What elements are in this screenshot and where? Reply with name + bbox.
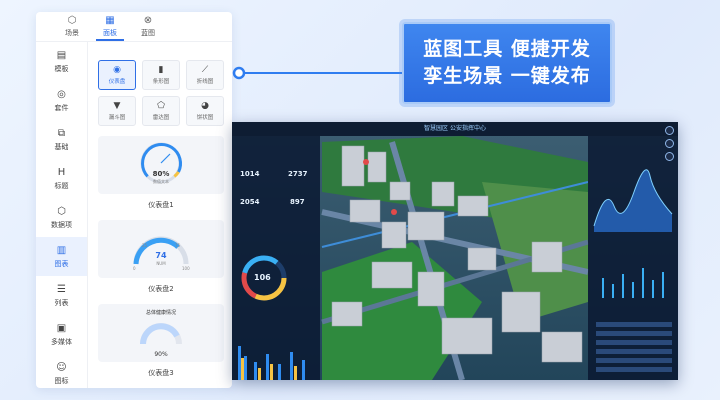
gauge-card-2[interactable]: 74 NUM 0 25 75 100 [98, 220, 224, 278]
type-pie-button[interactable]: ◕ 饼状图 [186, 96, 224, 126]
type-label: 折线图 [196, 79, 214, 85]
component-list: ◉ 仪表盘 ▮ 条形图 ⟋ 折线图 ▼ 漏斗图 ⬠ 雷达图 ◕ 饼状图 80% 数值文本 仪… [88, 42, 232, 388]
headline-banner: 蓝图工具 便捷开发 孪生场景 一键发布 [402, 22, 612, 104]
type-funnel-button[interactable]: ▼ 漏斗图 [98, 96, 136, 126]
media-icon: ▣ [56, 322, 67, 334]
type-label: 漏斗图 [108, 115, 126, 121]
list-icon: ☰ [57, 283, 66, 295]
gauge-1-subtext: 数值文本 [153, 178, 169, 184]
tab-label: 蓝图 [141, 29, 155, 37]
line-chart-icon: ⟋ [201, 65, 209, 75]
gauge-2-subtext: NUM [156, 261, 166, 266]
chart-icon: ▥ [56, 244, 67, 256]
blueprint-icon: ⊗ [143, 15, 153, 26]
layers-icon[interactable] [665, 139, 674, 148]
gauge-2-preview: 74 NUM 0 25 75 100 [133, 236, 190, 271]
gauge-3-arc [140, 323, 180, 345]
type-gauge-button[interactable]: ◉ 仪表盘 [98, 60, 136, 90]
tab-label: 场景 [65, 29, 79, 37]
radar-icon: ⬠ [157, 101, 165, 111]
tab-scene[interactable]: ⬡ 场景 [58, 12, 86, 41]
sidebar-item-title[interactable]: H 标题 [36, 159, 87, 198]
type-label: 雷达图 [152, 115, 170, 121]
gauge-1-preview: 80% 数值文本 [140, 142, 182, 184]
gauge-caption-3: 仪表盘3 [148, 369, 174, 377]
dashboard-stat: 2737 [288, 170, 308, 178]
sidebar-item-template[interactable]: ▤ 模板 [36, 42, 87, 81]
kit-icon: ◎ [57, 88, 66, 100]
settings-icon[interactable] [665, 152, 674, 161]
emoji-icon: ☺ [56, 361, 67, 373]
type-label: 饼状图 [196, 115, 214, 121]
sidebar-item-chart[interactable]: ▥ 图表 [36, 237, 87, 276]
gauge-caption-1: 仪表盘1 [148, 201, 174, 209]
sidebar-item-label: 标题 [54, 181, 69, 190]
dashboard-preview: 智慧园区 公安指挥中心 1014 2737 2054 897 106 [232, 122, 678, 380]
tab-panel[interactable]: ▦ 面板 [96, 12, 124, 41]
gauge-card-3[interactable]: 总体健康情况 90% [98, 304, 224, 362]
funnel-icon: ▼ [113, 101, 121, 111]
dashboard-title: 智慧园区 公安指挥中心 [232, 122, 678, 136]
sidebar-item-label: 多媒体 [51, 337, 72, 346]
sidebar-item-kit[interactable]: ◎ 套件 [36, 81, 87, 120]
gauge-3-preview: 总体健康情况 90% [140, 309, 182, 358]
alert-marker [363, 159, 369, 165]
type-label: 条形图 [152, 79, 170, 85]
alert-marker [391, 209, 397, 215]
gauge-2-tick: 0 [133, 266, 136, 271]
top-tab-bar: ⬡ 场景 ▦ 面板 ⊗ 蓝图 [36, 12, 232, 42]
globe-icon[interactable] [665, 126, 674, 135]
dashboard-right-widgets [593, 169, 673, 372]
gauge-card-1[interactable]: 80% 数值文本 [98, 136, 224, 194]
dashboard-left-panel: 1014 2737 2054 897 106 [232, 136, 320, 380]
dashboard-right-panel [588, 136, 678, 380]
pie-chart-icon: ◕ [201, 101, 209, 111]
sidebar-item-label: 基础 [54, 142, 69, 151]
dashboard-left-widgets [238, 255, 305, 380]
gauge-2-tick: 25 [142, 243, 148, 248]
gauge-caption-2: 仪表盘2 [148, 285, 174, 293]
cube-icon: ⬡ [67, 15, 77, 26]
tab-blueprint[interactable]: ⊗ 蓝图 [134, 12, 162, 41]
gauge-icon: ◉ [113, 65, 121, 75]
sidebar-item-label: 图标 [54, 376, 69, 385]
chart-type-grid: ◉ 仪表盘 ▮ 条形图 ⟋ 折线图 ▼ 漏斗图 ⬠ 雷达图 ◕ 饼状图 [98, 60, 224, 126]
type-bar-button[interactable]: ▮ 条形图 [142, 60, 180, 90]
tab-label: 面板 [103, 29, 117, 37]
type-label: 仪表盘 [108, 79, 126, 85]
headline-line-1: 蓝图工具 便捷开发 [423, 38, 591, 60]
sidebar-item-icons[interactable]: ☺ 图标 [36, 354, 87, 388]
sidebar-item-list[interactable]: ☰ 列表 [36, 276, 87, 315]
type-radar-button[interactable]: ⬠ 雷达图 [142, 96, 180, 126]
type-line-button[interactable]: ⟋ 折线图 [186, 60, 224, 90]
template-icon: ▤ [56, 49, 67, 61]
dashboard-ring-value: 106 [254, 273, 271, 282]
gauge-3-title: 总体健康情况 [146, 309, 176, 316]
gauge-3-value: 90% [154, 351, 168, 358]
sidebar-item-label: 套件 [54, 103, 69, 112]
panel-icon: ▦ [105, 15, 115, 26]
sidebar-item-data[interactable]: ⬡ 数据项 [36, 198, 87, 237]
dashboard-stat: 1014 [240, 170, 260, 178]
bar-chart-icon: ▮ [158, 65, 164, 75]
sidebar-item-basic[interactable]: ⧉ 基础 [36, 120, 87, 159]
sidebar-item-label: 模板 [54, 64, 69, 73]
data-item-icon: ⬡ [57, 205, 66, 217]
gauge-1-value: 80% [153, 170, 170, 178]
dashboard-stat: 897 [290, 198, 305, 206]
sidebar-item-label: 列表 [54, 298, 69, 307]
gauge-2-tick: 100 [182, 266, 190, 271]
basic-icon: ⧉ [57, 127, 66, 139]
connector-line [232, 66, 404, 80]
dashboard-stat: 2054 [240, 198, 260, 206]
sidebar-item-label: 数据项 [51, 220, 72, 229]
sidebar-item-media[interactable]: ▣ 多媒体 [36, 315, 87, 354]
side-nav: ▤ 模板 ◎ 套件 ⧉ 基础 H 标题 ⬡ 数据项 ▥ 图表 ☰ 列表 ▣ 多媒体 ☺ 图标 [36, 42, 88, 388]
gauge-2-tick: 75 [175, 243, 181, 248]
gauge-2-value: 74 [155, 251, 167, 260]
headline-line-2: 孪生场景 一键发布 [423, 65, 591, 87]
sidebar-item-label: 图表 [54, 259, 69, 268]
title-icon: H [57, 166, 66, 178]
component-panel: ⬡ 场景 ▦ 面板 ⊗ 蓝图 ▤ 模板 ◎ 套件 ⧉ 基础 H 标题 ⬡ 数据项 ▥ 图表 … [36, 12, 232, 388]
